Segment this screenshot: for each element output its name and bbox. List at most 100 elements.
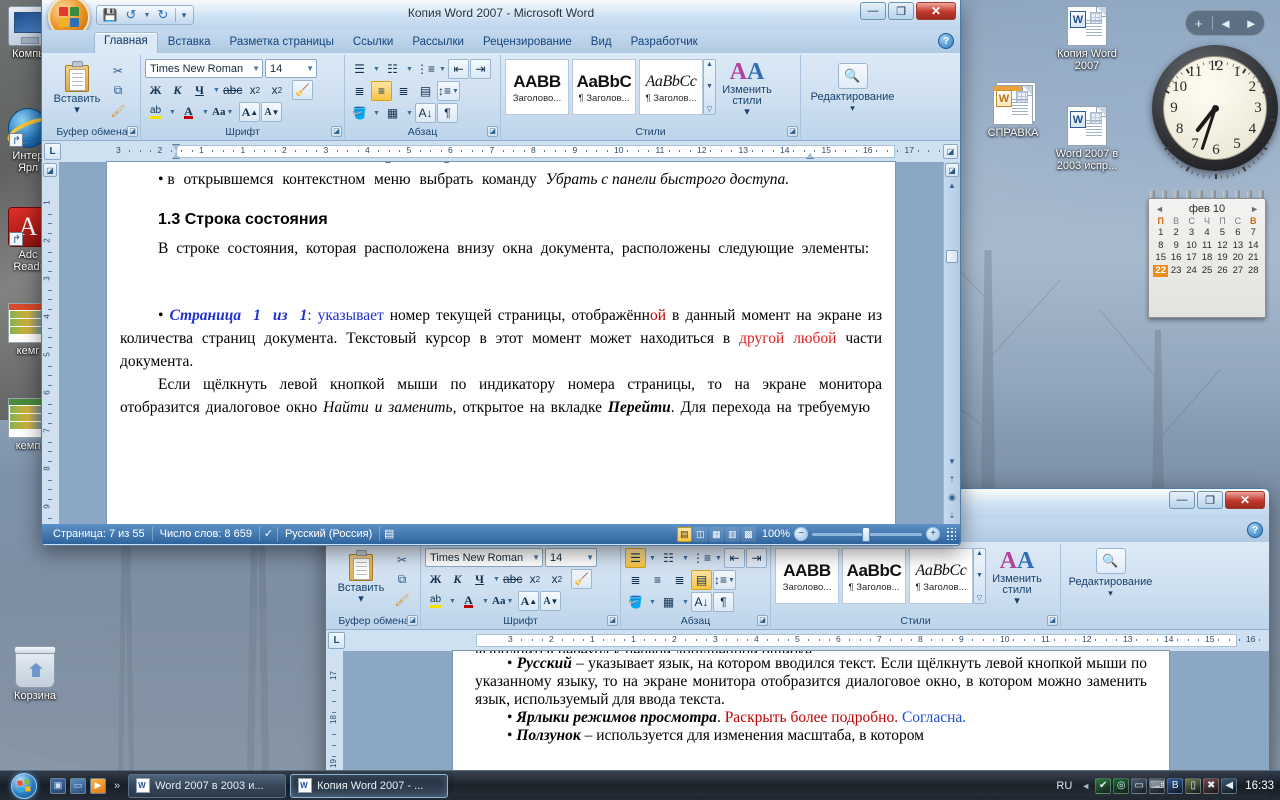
italic-button[interactable]: К [167,80,188,100]
calendar-day[interactable]: 8 [1153,240,1168,253]
close-button[interactable]: ✕ [1225,491,1265,509]
font-color-icon[interactable]: A [178,102,199,122]
chevron-down-icon[interactable]: ▼ [528,553,540,562]
chevron-down-icon[interactable]: ▾ [850,103,855,114]
horizontal-ruler-bg[interactable]: 3211234567891011121314151617 [348,633,1267,648]
action-center-icon[interactable]: ✔ [1095,778,1111,794]
calendar-day[interactable]: 23 [1168,265,1183,278]
chevron-down-icon[interactable]: ▼ [582,553,594,562]
style-item-2[interactable]: AaBbCc¶ Заголов... [639,59,703,115]
chevron-down-icon[interactable]: ▾ [1108,588,1113,599]
font-color-icon-bg[interactable]: A [458,591,479,611]
help-icon[interactable]: ? [938,33,954,49]
bold-button-bg[interactable]: Ж [425,569,446,589]
document-area-active[interactable]: ◪ 123456789 щелкнуть по этому элементу п… [42,162,960,524]
font-dialog-launcher-bg[interactable]: ◪ [607,615,618,626]
copy-icon[interactable]: ⧉ [108,81,128,100]
resize-grip[interactable] [946,528,956,540]
zoom-in-button[interactable]: + [926,527,940,541]
bullet-list-icon[interactable]: ☰ [349,59,370,79]
undo-icon[interactable]: ↺ [122,7,140,24]
change-case-button[interactable]: Aa▼ [211,102,234,122]
calendar-day[interactable]: 26 [1215,265,1230,278]
gadget-toolbar[interactable]: + ◄ ► [1185,10,1265,36]
customize-qat-icon[interactable]: ▾ [179,7,189,24]
multilevel-caret-icon[interactable]: ▼ [437,59,447,79]
calendar-day[interactable]: 13 [1230,240,1245,253]
calendar-day[interactable]: 18 [1199,252,1214,265]
paste-caret-icon[interactable]: ▾ [358,594,364,605]
window-buttons[interactable]: — ❐ ✕ [860,2,956,20]
save-icon[interactable]: 💾 [101,7,119,24]
system-tray[interactable]: RU ◄ ✔◎▭⌨B▯✖◀ 16:33 [1052,778,1280,794]
show-desktop-icon[interactable]: ▣ [50,778,66,794]
paragraph-dialog-launcher[interactable]: ◪ [487,126,498,137]
select-browse-object-icon[interactable]: ◉ [946,492,958,504]
view-buttons[interactable]: ▤◫▦▥▩ [677,527,756,542]
align-right-icon-bg[interactable]: ≣ [669,570,690,590]
calendar-next-button[interactable]: ► [1250,204,1259,214]
increase-indent-icon-bg[interactable]: ⇥ [746,548,767,568]
tab-1[interactable]: Вставка [159,33,220,53]
minimize-button[interactable]: — [860,2,886,20]
tab-7[interactable]: Разработчик [622,33,707,53]
highlight-caret-icon-bg[interactable]: ▼ [447,591,457,611]
tab-selector-bg[interactable]: L [328,632,345,649]
quick-launch-bar[interactable]: ▣▭▶ [46,778,110,794]
desktop-icon-word-2007-v-2003[interactable]: W Word 2007 в 2003 испр... [1048,106,1126,172]
show-hidden-icons-button[interactable]: ◄ [1081,781,1090,791]
font-name-combo[interactable]: Times New Roman▼ [145,59,263,78]
prev-gadget-button[interactable]: ◄ [1213,17,1239,30]
bluetooth-icon[interactable]: B [1167,778,1183,794]
underline-button[interactable]: Ч [189,80,210,100]
chevron-down-icon[interactable]: ▾ [1014,596,1020,607]
change-case-button-bg[interactable]: Aa▼ [491,591,514,611]
taskbar[interactable]: ▣▭▶ » WWord 2007 в 2003 и...WКопия Word … [0,770,1280,800]
tab-4[interactable]: Рассылки [403,33,473,53]
horizontal-ruler[interactable]: 3211234567891011121314151617 [64,144,940,159]
taskbar-item[interactable]: WWord 2007 в 2003 и... [128,774,286,798]
strikethrough-button[interactable]: abc [222,80,243,100]
decrease-indent-icon[interactable]: ⇤ [448,59,469,79]
sort-icon[interactable]: А↓ [415,103,436,123]
keyboard-layout-icon[interactable]: ⌨ [1149,778,1165,794]
switch-window-icon[interactable]: ▭ [70,778,86,794]
calendar-day[interactable]: 6 [1230,227,1245,240]
styles-gallery[interactable]: AABBЗаголово...AaBbC¶ Заголов...AaBbCc¶ … [505,59,703,115]
paste-caret-icon[interactable]: ▾ [74,105,80,116]
align-justify-icon[interactable]: ▤ [415,81,436,101]
numbered-list-icon[interactable]: ☷ [382,59,403,79]
split-box-icon[interactable]: ◪ [945,163,959,177]
calendar-day[interactable]: 1 [1153,227,1168,240]
font-dialog-launcher[interactable]: ◪ [331,126,342,137]
calendar-prev-button[interactable]: ◄ [1155,204,1164,214]
quick-launch-more-button[interactable]: » [110,780,124,792]
style-item-1[interactable]: AaBbC¶ Заголов... [572,59,636,115]
chevron-down-icon[interactable]: ▼ [302,64,314,73]
bullet-list-icon-bg[interactable]: ☰ [625,548,646,568]
close-button[interactable]: ✕ [916,2,956,20]
bold-button[interactable]: Ж [145,80,166,100]
calendar-day[interactable]: 7 [1246,227,1261,240]
status-page[interactable]: Страница: 7 из 55 [46,527,153,541]
minimize-button[interactable]: — [1169,491,1195,509]
format-painter-icon[interactable]: 🖌 [108,101,128,120]
styles-gallery-scrollbar-bg[interactable]: ▲▼▽ [973,548,986,604]
macro-record-icon[interactable]: ▤ [380,527,398,542]
align-left-icon[interactable]: ≣ [349,81,370,101]
binoculars-icon-bg[interactable]: 🔍 [1096,548,1126,574]
format-painter-icon[interactable]: 🖌 [392,590,412,609]
help-icon[interactable]: ? [1247,522,1263,538]
calendar-day[interactable]: 14 [1246,240,1261,253]
ruler-bar-background[interactable]: L 3211234567891011121314151617 [326,630,1269,651]
start-button[interactable] [2,772,46,800]
previous-page-icon[interactable]: ⇡ [946,474,958,486]
calendar-day[interactable]: 9 [1168,240,1183,253]
calendar-day[interactable]: 15 [1153,252,1168,265]
binoculars-icon[interactable]: 🔍 [838,63,868,89]
ribbon-tabstrip-active[interactable]: ГлавнаяВставкаРазметка страницыСсылкиРас… [42,30,960,53]
undo-caret-icon[interactable]: ▼ [143,7,151,24]
calendar-day[interactable]: 12 [1215,240,1230,253]
font-size-combo[interactable]: 14▼ [265,59,317,78]
text-highlight-icon-bg[interactable]: ab [425,591,446,611]
